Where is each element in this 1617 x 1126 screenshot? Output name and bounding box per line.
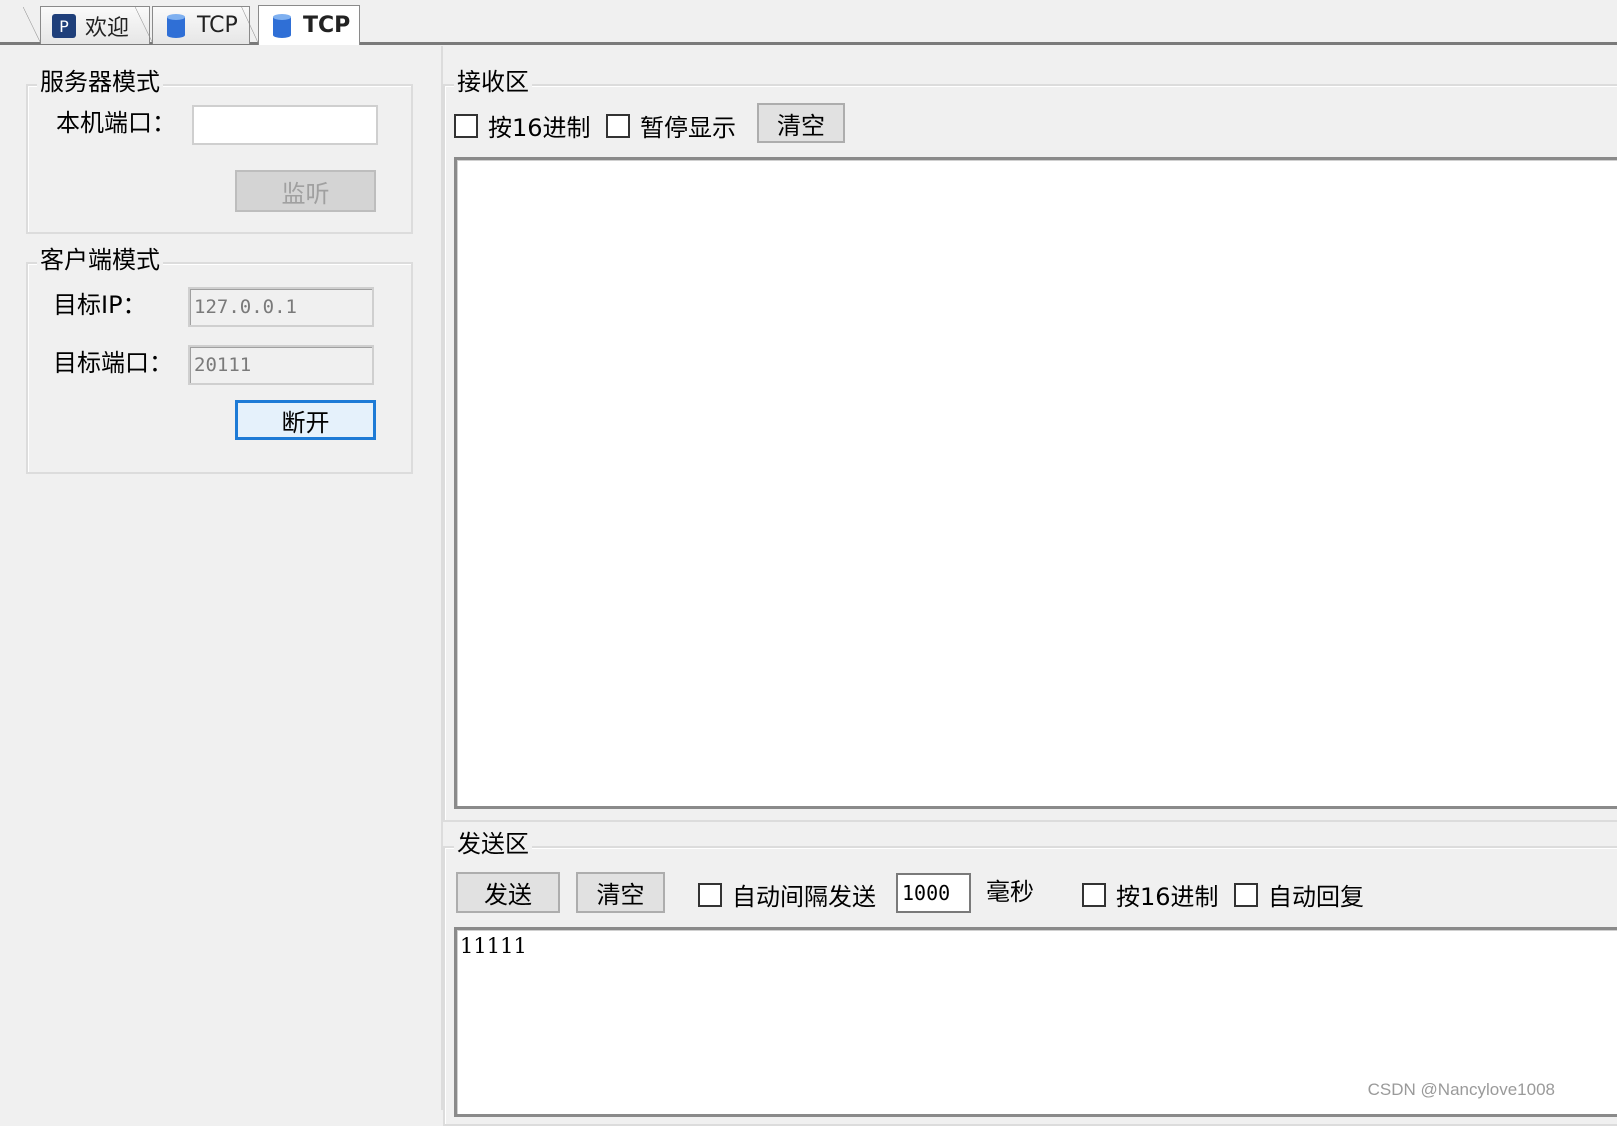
client-mode-title: 客户端模式	[37, 246, 163, 274]
tab-tcp-1-label: TCP	[197, 13, 238, 38]
local-port-label: 本机端口：	[56, 109, 176, 137]
database-cylinder-icon	[273, 13, 291, 38]
tab-welcome-label: 欢迎	[85, 15, 130, 41]
receive-clear-button[interactable]: 清空	[757, 103, 845, 143]
svg-text:P: P	[59, 17, 69, 36]
interval-input[interactable]: 1000	[896, 873, 971, 913]
checkbox-box	[698, 882, 722, 907]
pause-display-label: 暂停显示	[640, 114, 736, 142]
send-title: 发送区	[454, 830, 532, 858]
listen-button[interactable]: 监听	[235, 170, 376, 212]
target-port-label: 目标端口：	[53, 349, 173, 377]
tab-tcp-1[interactable]: TCP	[135, 6, 250, 44]
checkbox-box	[606, 113, 630, 138]
tab-strip: P 欢迎 TCP TCP	[0, 0, 1617, 46]
auto-interval-label: 自动间隔发送	[732, 883, 876, 911]
send-hex-label: 按16进制	[1116, 883, 1219, 911]
target-ip-label: 目标IP：	[53, 291, 147, 319]
send-clear-button[interactable]: 清空	[576, 872, 665, 913]
tab-tcp-2[interactable]: TCP	[241, 5, 360, 45]
target-port-input[interactable]: 20111	[188, 345, 374, 385]
database-cylinder-icon	[167, 13, 185, 38]
target-ip-input[interactable]: 127.0.0.1	[188, 287, 374, 327]
interval-unit-label: 毫秒	[986, 878, 1034, 906]
auto-reply-checkbox[interactable]: 自动回复	[1234, 877, 1364, 912]
welcome-icon: P	[52, 13, 76, 38]
checkbox-box	[1234, 882, 1258, 907]
receive-hex-label: 按16进制	[488, 114, 591, 142]
server-mode-title: 服务器模式	[37, 68, 163, 96]
receive-title: 接收区	[454, 68, 532, 96]
watermark: CSDN @Nancylove1008	[1367, 1080, 1555, 1099]
receive-textarea[interactable]	[454, 157, 1617, 809]
tab-tcp-2-label: TCP	[303, 13, 351, 38]
auto-interval-checkbox[interactable]: 自动间隔发送	[698, 877, 876, 912]
local-port-input[interactable]	[192, 105, 378, 145]
send-hex-checkbox[interactable]: 按16进制	[1082, 877, 1219, 912]
receive-hex-checkbox[interactable]: 按16进制	[454, 108, 591, 143]
disconnect-button[interactable]: 断开	[235, 400, 376, 440]
auto-reply-label: 自动回复	[1268, 883, 1364, 911]
checkbox-box	[1082, 882, 1106, 907]
checkbox-box	[454, 113, 478, 138]
send-button[interactable]: 发送	[456, 872, 560, 913]
tab-welcome[interactable]: P 欢迎	[23, 6, 150, 44]
pause-display-checkbox[interactable]: 暂停显示	[606, 108, 736, 143]
